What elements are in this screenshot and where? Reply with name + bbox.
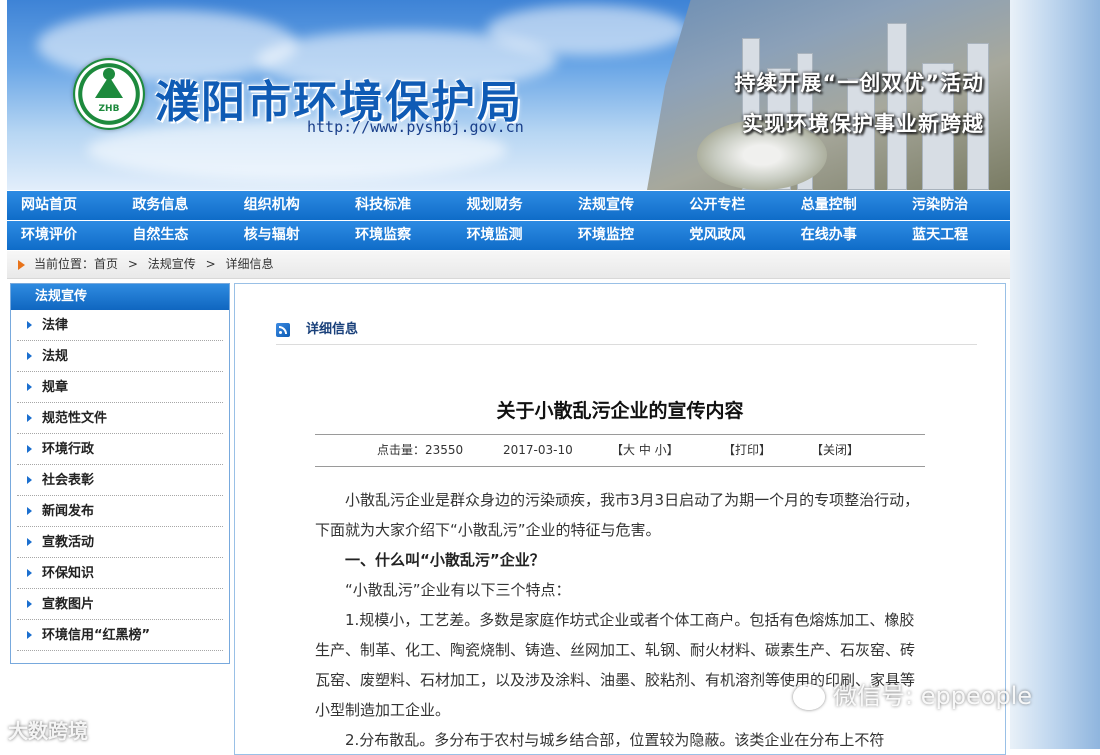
arrow-icon [27, 352, 32, 360]
site-url[interactable]: http://www.pyshbj.gov.cn [307, 118, 524, 136]
arrow-icon [27, 476, 32, 484]
breadcrumb-separator: > [127, 257, 138, 271]
sidebar-item[interactable]: 环保知识 [17, 558, 223, 589]
arrow-icon [27, 507, 32, 515]
print-button[interactable]: 【打印】 [723, 435, 771, 466]
sidebar-item[interactable]: 社会表彰 [17, 465, 223, 496]
nav-item[interactable]: 污染防治 [898, 191, 1009, 220]
sidebar-item-label: 宣教活动 [42, 535, 95, 550]
nav-item[interactable]: 核与辐射 [230, 221, 341, 250]
sidebar: 法规宣传 法律 法规 规章 规范性文件 环境行政 社会表彰 新闻发布 宣教活动 … [10, 283, 230, 664]
sidebar-item[interactable]: 环境行政 [17, 434, 223, 465]
arrow-icon [27, 569, 32, 577]
main-nav-row-2: 环境评价 自然生态 核与辐射 环境监察 环境监测 环境监控 党风政风 在线办事 … [7, 221, 1010, 250]
sidebar-item-label: 规章 [42, 380, 69, 395]
nav-item[interactable]: 自然生态 [118, 221, 229, 250]
main-nav-row-1: 网站首页 政务信息 组织机构 科技标准 规划财务 法规宣传 公开专栏 总量控制 … [7, 191, 1010, 220]
sidebar-item[interactable]: 规范性文件 [17, 403, 223, 434]
publish-date: 2017-03-10 [503, 443, 573, 457]
article-meta-bar: 点击量：23550 2017-03-10 【大 中 小】 【打印】 【关闭】 [315, 434, 925, 467]
sidebar-item-label: 法规 [42, 349, 69, 364]
breadcrumb-level-1[interactable]: 法规宣传 [148, 257, 196, 271]
nav-item[interactable]: 法规宣传 [564, 191, 675, 220]
wechat-watermark: 微信号: eppeople [793, 676, 1032, 711]
nav-item[interactable]: 政务信息 [118, 191, 229, 220]
wechat-icon [793, 684, 825, 710]
detail-header-title: 详细信息 [306, 322, 359, 337]
nav-item[interactable]: 网站首页 [7, 191, 118, 220]
arrow-icon [27, 414, 32, 422]
nav-item[interactable]: 规划财务 [453, 191, 564, 220]
sidebar-item[interactable]: 宣教活动 [17, 527, 223, 558]
nav-item[interactable]: 环境评价 [7, 221, 118, 250]
breadcrumb: 当前位置：首页 > 法规宣传 > 详细信息 [7, 251, 1010, 279]
nav-item[interactable]: 公开专栏 [675, 191, 786, 220]
page-background-strip [1010, 0, 1100, 749]
nav-item[interactable]: 党风政风 [675, 221, 786, 250]
arrow-icon [27, 445, 32, 453]
nav-item[interactable]: 蓝天工程 [898, 221, 1009, 250]
paragraph: 2.分布散乱。多分布于农村与城乡结合部，位置较为隐蔽。该类企业在分布上不符 [345, 731, 885, 749]
arrow-icon [27, 538, 32, 546]
nav-item[interactable]: 在线办事 [787, 221, 898, 250]
rss-icon [276, 323, 290, 337]
breadcrumb-arrow-icon [18, 260, 25, 270]
article-title: 关于小散乱污企业的宣传内容 [496, 400, 744, 422]
arrow-icon [27, 631, 32, 639]
sidebar-item-label: 法律 [42, 318, 69, 333]
nav-item[interactable]: 总量控制 [787, 191, 898, 220]
sidebar-item[interactable]: 法律 [17, 310, 223, 341]
paragraph: 小散乱污企业是群众身边的污染顽疾，我市3月3日启动了为期一个月的专项整治行动，下… [315, 491, 920, 539]
nav-item[interactable]: 环境监察 [341, 221, 452, 250]
arrow-icon [27, 600, 32, 608]
sidebar-item-label: 宣教图片 [42, 597, 95, 612]
nav-item[interactable]: 科技标准 [341, 191, 452, 220]
paragraph: “小散乱污”企业有以下三个特点： [345, 581, 571, 599]
sidebar-item[interactable]: 规章 [17, 372, 223, 403]
logo-mountain-icon [95, 76, 123, 98]
page-wrapper: ZHB 濮阳市环境保护局 http://www.pyshbj.gov.cn 持续… [7, 0, 1010, 755]
sidebar-item-label: 规范性文件 [42, 411, 108, 426]
breadcrumb-separator: > [205, 257, 216, 271]
detail-header: 详细信息 [276, 316, 977, 345]
zhb-logo[interactable]: ZHB [73, 58, 145, 130]
logo-text: ZHB [98, 104, 120, 114]
arrow-icon [27, 321, 32, 329]
font-size-toggle[interactable]: 【大 中 小】 [611, 435, 679, 466]
slogan-line-2: 实现环境保护事业新跨越 [742, 112, 984, 136]
nav-item[interactable]: 环境监测 [453, 221, 564, 250]
nav-item[interactable]: 组织机构 [230, 191, 341, 220]
close-button[interactable]: 【关闭】 [811, 435, 859, 466]
nav-item[interactable]: 环境监控 [564, 221, 675, 250]
brand-watermark: 大数跨境 [8, 719, 88, 743]
sidebar-item-label: 新闻发布 [42, 504, 95, 519]
arrow-icon [27, 383, 32, 391]
sidebar-item[interactable]: 环境信用“红黑榜” [17, 620, 223, 651]
sidebar-item-label: 环保知识 [42, 566, 95, 581]
breadcrumb-home[interactable]: 当前位置：首页 [34, 257, 118, 271]
sidebar-item[interactable]: 宣教图片 [17, 589, 223, 620]
section-heading: 一、什么叫“小散乱污”企业？ [345, 551, 545, 569]
breadcrumb-current: 详细信息 [225, 257, 274, 271]
sidebar-title: 法规宣传 [11, 284, 229, 310]
sidebar-item-label: 环境信用“红黑榜” [42, 628, 151, 643]
sidebar-item-label: 社会表彰 [42, 473, 95, 488]
sidebar-item[interactable]: 法规 [17, 341, 223, 372]
sidebar-item-label: 环境行政 [42, 442, 95, 457]
wechat-watermark-text: 微信号: eppeople [833, 682, 1033, 710]
click-count: 点击量：23550 [377, 443, 464, 457]
article-body: 小散乱污企业是群众身边的污染顽疾，我市3月3日启动了为期一个月的专项整治行动，下… [315, 485, 926, 755]
slogan-line-1: 持续开展“一创双优”活动 [734, 71, 984, 95]
sidebar-item[interactable]: 新闻发布 [17, 496, 223, 527]
site-banner: ZHB 濮阳市环境保护局 http://www.pyshbj.gov.cn 持续… [7, 0, 1010, 190]
